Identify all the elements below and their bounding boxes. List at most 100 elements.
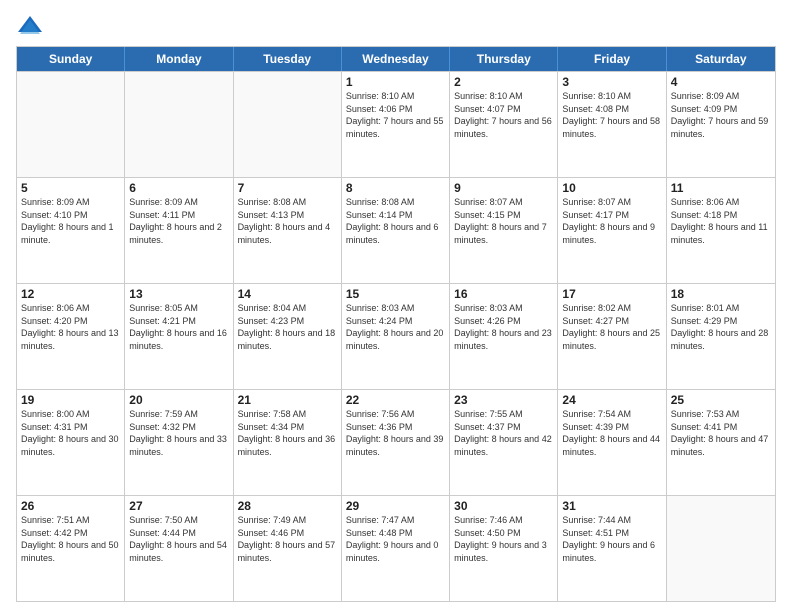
cell-info-text: Sunrise: 8:04 AM Sunset: 4:23 PM Dayligh… (238, 302, 337, 352)
cell-day-number: 14 (238, 287, 337, 301)
day-header-sunday: Sunday (17, 47, 125, 71)
calendar-row-3: 19Sunrise: 8:00 AM Sunset: 4:31 PM Dayli… (17, 389, 775, 495)
cell-info-text: Sunrise: 8:08 AM Sunset: 4:14 PM Dayligh… (346, 196, 445, 246)
cell-day-number: 15 (346, 287, 445, 301)
calendar-cell: 27Sunrise: 7:50 AM Sunset: 4:44 PM Dayli… (125, 496, 233, 601)
calendar-row-4: 26Sunrise: 7:51 AM Sunset: 4:42 PM Dayli… (17, 495, 775, 601)
cell-day-number: 12 (21, 287, 120, 301)
cell-info-text: Sunrise: 8:10 AM Sunset: 4:07 PM Dayligh… (454, 90, 553, 140)
cell-day-number: 30 (454, 499, 553, 513)
cell-info-text: Sunrise: 7:51 AM Sunset: 4:42 PM Dayligh… (21, 514, 120, 564)
calendar-cell (667, 496, 775, 601)
day-header-monday: Monday (125, 47, 233, 71)
cell-day-number: 23 (454, 393, 553, 407)
page: SundayMondayTuesdayWednesdayThursdayFrid… (0, 0, 792, 612)
calendar-cell: 18Sunrise: 8:01 AM Sunset: 4:29 PM Dayli… (667, 284, 775, 389)
calendar-cell: 2Sunrise: 8:10 AM Sunset: 4:07 PM Daylig… (450, 72, 558, 177)
cell-info-text: Sunrise: 7:58 AM Sunset: 4:34 PM Dayligh… (238, 408, 337, 458)
cell-day-number: 17 (562, 287, 661, 301)
cell-info-text: Sunrise: 7:54 AM Sunset: 4:39 PM Dayligh… (562, 408, 661, 458)
cell-info-text: Sunrise: 8:10 AM Sunset: 4:06 PM Dayligh… (346, 90, 445, 140)
cell-day-number: 9 (454, 181, 553, 195)
cell-info-text: Sunrise: 8:06 AM Sunset: 4:18 PM Dayligh… (671, 196, 771, 246)
cell-info-text: Sunrise: 8:06 AM Sunset: 4:20 PM Dayligh… (21, 302, 120, 352)
cell-day-number: 7 (238, 181, 337, 195)
cell-day-number: 18 (671, 287, 771, 301)
cell-info-text: Sunrise: 7:59 AM Sunset: 4:32 PM Dayligh… (129, 408, 228, 458)
calendar-cell: 10Sunrise: 8:07 AM Sunset: 4:17 PM Dayli… (558, 178, 666, 283)
calendar-cell: 4Sunrise: 8:09 AM Sunset: 4:09 PM Daylig… (667, 72, 775, 177)
calendar-cell: 26Sunrise: 7:51 AM Sunset: 4:42 PM Dayli… (17, 496, 125, 601)
cell-info-text: Sunrise: 7:46 AM Sunset: 4:50 PM Dayligh… (454, 514, 553, 564)
calendar-cell: 17Sunrise: 8:02 AM Sunset: 4:27 PM Dayli… (558, 284, 666, 389)
cell-info-text: Sunrise: 7:49 AM Sunset: 4:46 PM Dayligh… (238, 514, 337, 564)
calendar-cell (234, 72, 342, 177)
calendar-cell: 3Sunrise: 8:10 AM Sunset: 4:08 PM Daylig… (558, 72, 666, 177)
cell-info-text: Sunrise: 8:10 AM Sunset: 4:08 PM Dayligh… (562, 90, 661, 140)
cell-info-text: Sunrise: 8:03 AM Sunset: 4:26 PM Dayligh… (454, 302, 553, 352)
calendar-cell (125, 72, 233, 177)
calendar-cell: 20Sunrise: 7:59 AM Sunset: 4:32 PM Dayli… (125, 390, 233, 495)
cell-day-number: 11 (671, 181, 771, 195)
cell-day-number: 1 (346, 75, 445, 89)
calendar-row-1: 5Sunrise: 8:09 AM Sunset: 4:10 PM Daylig… (17, 177, 775, 283)
calendar-cell: 23Sunrise: 7:55 AM Sunset: 4:37 PM Dayli… (450, 390, 558, 495)
calendar-cell: 13Sunrise: 8:05 AM Sunset: 4:21 PM Dayli… (125, 284, 233, 389)
cell-info-text: Sunrise: 8:01 AM Sunset: 4:29 PM Dayligh… (671, 302, 771, 352)
cell-day-number: 21 (238, 393, 337, 407)
cell-day-number: 6 (129, 181, 228, 195)
calendar-cell: 1Sunrise: 8:10 AM Sunset: 4:06 PM Daylig… (342, 72, 450, 177)
calendar-cell: 31Sunrise: 7:44 AM Sunset: 4:51 PM Dayli… (558, 496, 666, 601)
cell-day-number: 5 (21, 181, 120, 195)
cell-day-number: 13 (129, 287, 228, 301)
calendar-row-2: 12Sunrise: 8:06 AM Sunset: 4:20 PM Dayli… (17, 283, 775, 389)
day-header-thursday: Thursday (450, 47, 558, 71)
cell-day-number: 27 (129, 499, 228, 513)
cell-info-text: Sunrise: 8:07 AM Sunset: 4:17 PM Dayligh… (562, 196, 661, 246)
cell-day-number: 28 (238, 499, 337, 513)
cell-info-text: Sunrise: 8:03 AM Sunset: 4:24 PM Dayligh… (346, 302, 445, 352)
cell-day-number: 2 (454, 75, 553, 89)
logo-icon (16, 12, 44, 40)
cell-day-number: 22 (346, 393, 445, 407)
cell-info-text: Sunrise: 8:09 AM Sunset: 4:09 PM Dayligh… (671, 90, 771, 140)
calendar-cell: 21Sunrise: 7:58 AM Sunset: 4:34 PM Dayli… (234, 390, 342, 495)
calendar-body: 1Sunrise: 8:10 AM Sunset: 4:06 PM Daylig… (17, 71, 775, 601)
cell-info-text: Sunrise: 8:07 AM Sunset: 4:15 PM Dayligh… (454, 196, 553, 246)
header (16, 12, 776, 40)
cell-day-number: 8 (346, 181, 445, 195)
calendar-cell: 6Sunrise: 8:09 AM Sunset: 4:11 PM Daylig… (125, 178, 233, 283)
cell-info-text: Sunrise: 7:53 AM Sunset: 4:41 PM Dayligh… (671, 408, 771, 458)
calendar-cell: 22Sunrise: 7:56 AM Sunset: 4:36 PM Dayli… (342, 390, 450, 495)
day-header-saturday: Saturday (667, 47, 775, 71)
cell-day-number: 25 (671, 393, 771, 407)
calendar-cell: 19Sunrise: 8:00 AM Sunset: 4:31 PM Dayli… (17, 390, 125, 495)
calendar-cell: 11Sunrise: 8:06 AM Sunset: 4:18 PM Dayli… (667, 178, 775, 283)
cell-day-number: 10 (562, 181, 661, 195)
cell-info-text: Sunrise: 7:47 AM Sunset: 4:48 PM Dayligh… (346, 514, 445, 564)
cell-info-text: Sunrise: 8:05 AM Sunset: 4:21 PM Dayligh… (129, 302, 228, 352)
cell-info-text: Sunrise: 8:00 AM Sunset: 4:31 PM Dayligh… (21, 408, 120, 458)
logo (16, 12, 48, 40)
calendar-cell: 7Sunrise: 8:08 AM Sunset: 4:13 PM Daylig… (234, 178, 342, 283)
calendar-cell: 9Sunrise: 8:07 AM Sunset: 4:15 PM Daylig… (450, 178, 558, 283)
day-headers: SundayMondayTuesdayWednesdayThursdayFrid… (17, 47, 775, 71)
calendar-cell: 14Sunrise: 8:04 AM Sunset: 4:23 PM Dayli… (234, 284, 342, 389)
day-header-wednesday: Wednesday (342, 47, 450, 71)
calendar-cell: 30Sunrise: 7:46 AM Sunset: 4:50 PM Dayli… (450, 496, 558, 601)
day-header-friday: Friday (558, 47, 666, 71)
calendar-cell: 24Sunrise: 7:54 AM Sunset: 4:39 PM Dayli… (558, 390, 666, 495)
cell-info-text: Sunrise: 8:02 AM Sunset: 4:27 PM Dayligh… (562, 302, 661, 352)
calendar-cell: 15Sunrise: 8:03 AM Sunset: 4:24 PM Dayli… (342, 284, 450, 389)
cell-info-text: Sunrise: 7:55 AM Sunset: 4:37 PM Dayligh… (454, 408, 553, 458)
calendar-cell: 16Sunrise: 8:03 AM Sunset: 4:26 PM Dayli… (450, 284, 558, 389)
cell-day-number: 16 (454, 287, 553, 301)
cell-info-text: Sunrise: 7:44 AM Sunset: 4:51 PM Dayligh… (562, 514, 661, 564)
cell-day-number: 26 (21, 499, 120, 513)
cell-day-number: 3 (562, 75, 661, 89)
cell-day-number: 31 (562, 499, 661, 513)
cell-info-text: Sunrise: 7:56 AM Sunset: 4:36 PM Dayligh… (346, 408, 445, 458)
cell-info-text: Sunrise: 8:08 AM Sunset: 4:13 PM Dayligh… (238, 196, 337, 246)
cell-info-text: Sunrise: 7:50 AM Sunset: 4:44 PM Dayligh… (129, 514, 228, 564)
cell-day-number: 20 (129, 393, 228, 407)
